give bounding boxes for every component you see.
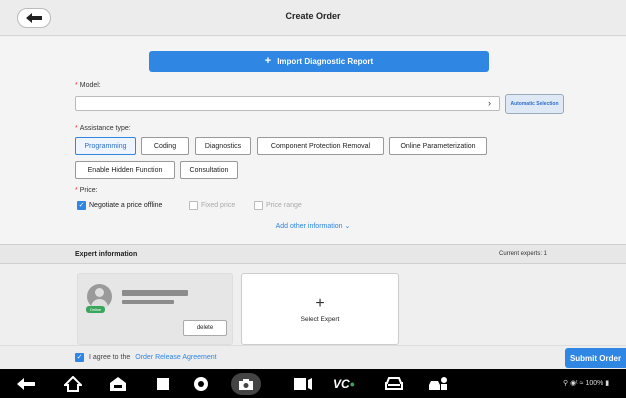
assistance-option-component-protection-removal[interactable]: Component Protection Removal	[257, 137, 384, 155]
page-title: Create Order	[285, 11, 341, 21]
checkbox-checked-icon[interactable]: ✓	[77, 201, 86, 210]
plus-icon: +	[315, 294, 325, 312]
home-icon[interactable]	[62, 375, 84, 393]
browser-icon[interactable]	[190, 375, 212, 393]
price-option-negotiate[interactable]: ✓ Negotiate a price offline	[77, 201, 162, 210]
order-release-agreement-link[interactable]: Order Release Agreement	[135, 354, 216, 361]
plus-icon: +	[264, 55, 272, 67]
select-expert-label: Select Expert	[300, 315, 340, 323]
screen-mirror-icon[interactable]	[292, 375, 314, 393]
import-diagnostic-report-button[interactable]: + Import Diagnostic Report	[149, 51, 489, 72]
chevron-down-icon: ⌄	[344, 223, 351, 230]
assistance-option-programming[interactable]: Programming	[75, 137, 136, 155]
model-label: * Model:	[75, 82, 101, 89]
expert-name-redacted	[122, 290, 188, 296]
recent-apps-icon[interactable]	[152, 375, 174, 393]
agreement-checkbox-icon[interactable]: ✓	[75, 353, 84, 362]
assistance-option-coding[interactable]: Coding	[141, 137, 189, 155]
add-other-information-link[interactable]: Add other information ⌄	[0, 222, 626, 230]
agreement-text: I agree to the	[89, 354, 131, 361]
assistance-option-online-parameterization[interactable]: Online Parameterization	[389, 137, 487, 155]
vehicle-icon[interactable]	[383, 375, 405, 393]
agreement-row: ✓ I agree to the Order Release Agreement	[75, 353, 217, 362]
assistance-option-enable-hidden-function[interactable]: Enable Hidden Function	[75, 161, 175, 179]
order-footer: ✓ I agree to the Order Release Agreement…	[0, 345, 626, 369]
system-navigation-bar: VC ● ⚲ ◉ᵗ ≈ 100% ▮	[0, 369, 626, 398]
price-option-range[interactable]: Price range	[254, 201, 302, 210]
expert-information-header: Expert information Current experts: 1	[0, 244, 626, 264]
delete-expert-button[interactable]: delete	[183, 320, 227, 336]
car-service-icon[interactable]	[427, 375, 449, 393]
assistance-option-diagnostics[interactable]: Diagnostics	[195, 137, 251, 155]
chevron-right-icon: ›	[488, 98, 491, 108]
current-experts-count: Current experts: 1	[499, 251, 548, 257]
import-button-label: Import Diagnostic Report	[277, 57, 374, 66]
assistance-option-consultation[interactable]: Consultation	[180, 161, 238, 179]
assistance-type-label: * Assistance type:	[75, 125, 131, 132]
online-status-badge: Online	[86, 306, 105, 313]
camera-icon[interactable]	[231, 373, 261, 395]
car-home-icon[interactable]	[107, 375, 129, 393]
order-form: + Import Diagnostic Report * Model: › Aut…	[0, 37, 626, 244]
required-mark: *	[75, 82, 78, 89]
back-icon[interactable]	[15, 375, 37, 393]
expert-information-title: Expert information	[75, 251, 138, 258]
checkbox-unchecked-icon[interactable]	[189, 201, 198, 210]
expert-detail-redacted	[122, 300, 174, 304]
submit-order-button[interactable]: Submit Order	[565, 348, 626, 368]
select-expert-button[interactable]: + Select Expert	[241, 273, 399, 345]
price-option-fixed[interactable]: Fixed price	[189, 201, 235, 210]
status-bar-battery: ⚲ ◉ᵗ ≈ 100% ▮	[563, 380, 610, 387]
expert-list: Online delete + Select Expert	[0, 265, 626, 345]
price-label: * Price:	[75, 187, 98, 194]
expert-card[interactable]: Online delete	[77, 273, 233, 345]
checkbox-unchecked-icon[interactable]	[254, 201, 263, 210]
required-mark: *	[75, 125, 78, 132]
vci-icon[interactable]: VC ●	[330, 375, 358, 393]
required-mark: *	[75, 187, 78, 194]
title-bar: Create Order	[0, 0, 626, 36]
model-select-field[interactable]: ›	[75, 96, 500, 111]
automatic-selection-button[interactable]: Automatic Selection	[505, 94, 564, 114]
